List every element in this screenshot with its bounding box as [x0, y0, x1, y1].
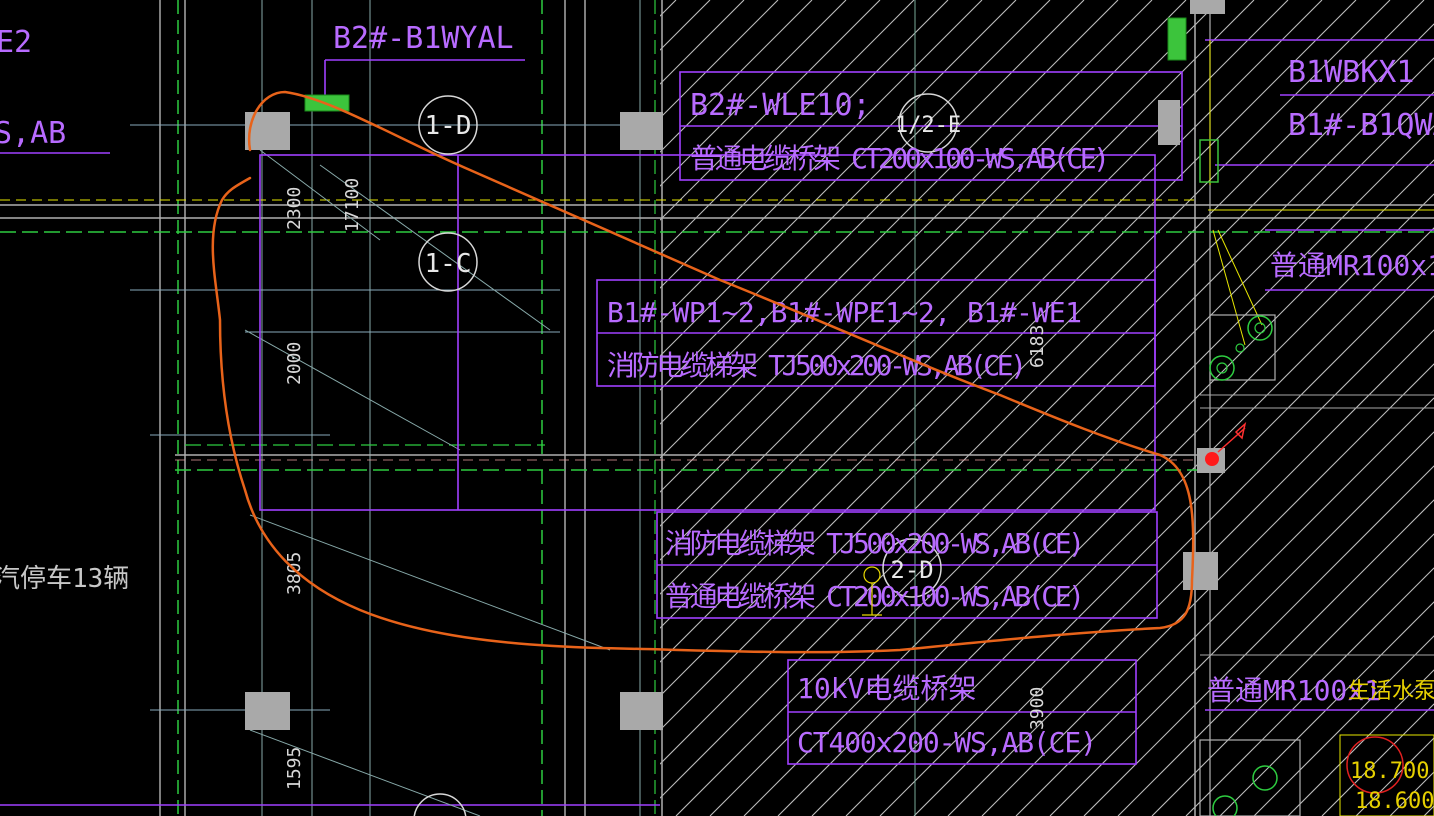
- label-s-ab: S,AB: [0, 116, 66, 151]
- column: [620, 692, 663, 730]
- column: [620, 112, 663, 150]
- column: [245, 692, 290, 730]
- axis-label-1-d: 1-D: [425, 111, 472, 141]
- dim-3900: 3900: [1027, 687, 1048, 730]
- label-b1-wp: B1#-WP1~2,B1#-WPE1~2, B1#-WE1: [607, 296, 1082, 329]
- label-elev-18600: 18.600: [1355, 789, 1434, 814]
- label-elev-18700: 18.700: [1350, 759, 1429, 784]
- hatch-line: [0, 0, 642, 816]
- axis-label-1-2-e: 1/2-E: [895, 113, 961, 138]
- hatch-line: [0, 0, 472, 816]
- label-10kv: 10kV电缆桥架: [797, 672, 976, 705]
- label-mr100-top: 普通MR100x100: [1270, 249, 1434, 282]
- dim-1595: 1595: [284, 747, 305, 790]
- column: [1158, 100, 1180, 145]
- label-tj500-mid: 消防电缆梯架 TJ500x200-WS,AB(CE): [607, 349, 1027, 382]
- hatch-line: [660, 0, 677, 816]
- cad-drawing-canvas[interactable]: 1-D 1-C 1/2-E 2-D E2 S,AB B2#-B1WYAL B2#…: [0, 0, 1434, 816]
- axis-label-1-c: 1-C: [425, 249, 472, 279]
- label-b2-wle10: B2#-WLE10;: [690, 88, 871, 123]
- dim-17100: 17100: [342, 178, 363, 232]
- label-ct200-low: 普通电缆桥架 CT200x100-WS,AB(CE): [665, 580, 1085, 613]
- label-ct200-top: 普通电缆桥架 CT200x100-WS,AB(CE): [690, 142, 1110, 175]
- column: [1190, 0, 1225, 14]
- label-b1wbkx1: B1WBKX1: [1288, 55, 1414, 90]
- dim-2300: 2300: [284, 187, 305, 230]
- label-pump-room: 生活水泵房: [1348, 679, 1434, 704]
- hatch-line: [660, 0, 711, 816]
- label-b2-b1wyal: B2#-B1WYAL: [333, 21, 514, 56]
- dim-2000: 2000: [284, 342, 305, 385]
- label-b1-b1qwa: B1#-B1QWA: [1288, 108, 1434, 143]
- label-tj500-low: 消防电缆梯架 TJ500x200-WS,AB(CE): [665, 527, 1085, 560]
- label-e2: E2: [0, 25, 32, 60]
- hatch-line: [0, 0, 608, 816]
- label-parking: 汽停车13辆: [0, 564, 129, 594]
- label-ct400: CT400x200-WS,AB(CE): [797, 726, 1097, 759]
- dim-6183: 6183: [1027, 325, 1048, 368]
- dim-3805: 3805: [284, 552, 305, 595]
- column: [1183, 552, 1218, 590]
